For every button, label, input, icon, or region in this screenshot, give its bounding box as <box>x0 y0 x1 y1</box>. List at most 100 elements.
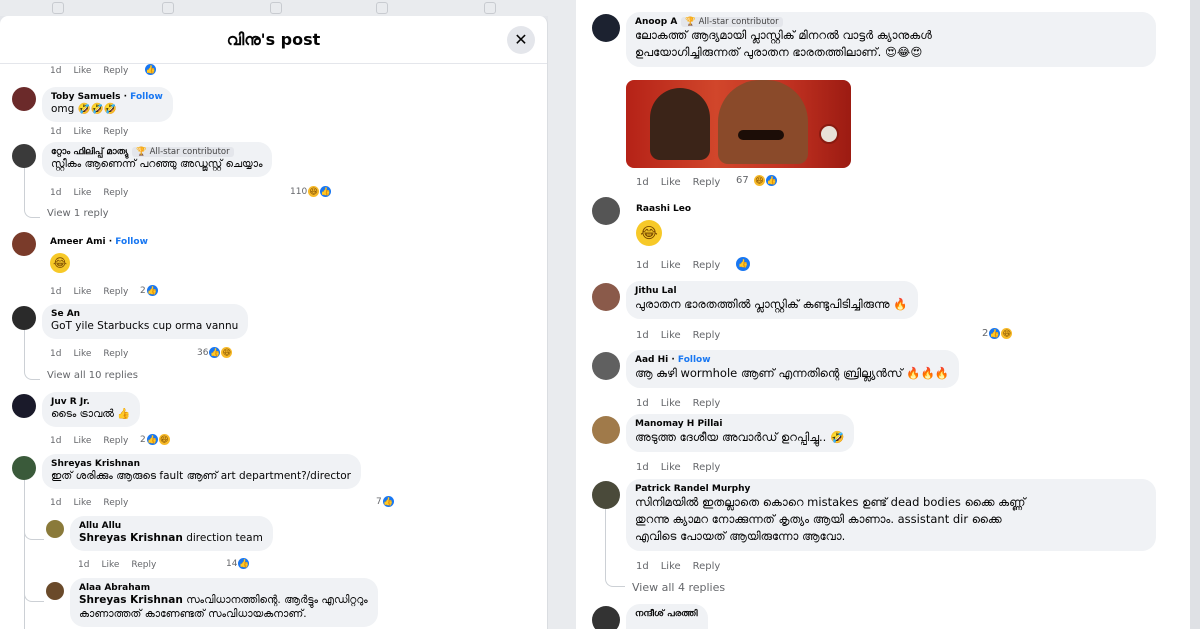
avatar[interactable] <box>592 352 620 380</box>
reply-link[interactable]: Reply <box>103 188 128 198</box>
comment-author[interactable]: Manomay H Pillai <box>635 419 844 429</box>
reply-link[interactable]: Reply <box>103 349 128 359</box>
reaction-summary[interactable]: 👍 <box>145 64 156 75</box>
follow-link[interactable]: Follow <box>678 355 711 365</box>
avatar[interactable] <box>592 481 620 509</box>
comment-author[interactable]: Anoop A <box>635 17 677 27</box>
scrollbar-track[interactable] <box>1190 0 1200 629</box>
reaction-summary[interactable]: 7 👍 <box>376 496 394 507</box>
comment-text-line: എവിടെ പോയത് ആയിരുന്നോ ആവോ. <box>635 529 846 543</box>
like-link[interactable]: Like <box>73 127 91 137</box>
reaction-summary[interactable]: 36 👍 😆 <box>197 347 233 358</box>
reply-link[interactable]: Reply <box>693 398 721 409</box>
like-link[interactable]: Like <box>73 188 91 198</box>
avatar[interactable] <box>12 306 36 330</box>
comments-panel: Anoop A 🏆 All-star contributor ലോകത്ത് ആദ… <box>576 0 1190 629</box>
like-link[interactable]: Like <box>73 349 91 359</box>
reaction-summary[interactable]: 2 👍 😆 <box>982 328 1013 339</box>
follow-link[interactable]: Follow <box>115 237 148 247</box>
reply-link[interactable]: Reply <box>693 462 721 473</box>
avatar[interactable] <box>12 456 36 480</box>
view-replies-link[interactable]: View all 10 replies <box>47 370 138 381</box>
like-link[interactable]: Like <box>661 260 681 271</box>
like-link[interactable]: Like <box>73 436 91 446</box>
panel-gap <box>548 0 576 629</box>
gaming-icon <box>484 2 496 14</box>
comment-time: 1d <box>50 287 62 297</box>
comment-author[interactable]: Se An <box>51 309 238 319</box>
like-link[interactable]: Like <box>661 398 681 409</box>
like-link[interactable]: Like <box>661 330 681 341</box>
comment-author[interactable]: നന്ദീശ് പരത്തി <box>635 609 698 619</box>
avatar[interactable] <box>12 87 36 111</box>
reaction-summary[interactable]: 👍 <box>736 257 750 271</box>
comment-emoji: 😂 <box>50 252 70 273</box>
reaction-summary[interactable]: 2 👍 😆 <box>140 434 170 445</box>
comment-author[interactable]: Juv R Jr. <box>51 397 130 407</box>
comment-author[interactable]: Patrick Randel Murphy <box>635 484 1146 494</box>
like-link[interactable]: Like <box>661 177 681 188</box>
like-link[interactable]: Like <box>661 561 681 572</box>
like-link[interactable]: Like <box>73 498 91 508</box>
like-link[interactable]: Like <box>73 66 91 76</box>
comment-actions: 1d Like Reply <box>636 177 732 188</box>
comment-text-line: കാണാത്തത് കാണേണ്ടത് സംവിധായകനാണ്. <box>79 608 307 620</box>
reaction-count: 2 <box>140 285 146 296</box>
comment-author[interactable]: Allu Allu <box>79 521 263 531</box>
avatar[interactable] <box>12 144 36 168</box>
reaction-summary[interactable]: 14 👍 <box>226 558 250 569</box>
reaction-summary[interactable]: 2 👍 <box>140 285 158 296</box>
avatar[interactable] <box>592 283 620 311</box>
avatar[interactable] <box>592 606 620 629</box>
comment-author[interactable]: Jithu Lal <box>635 286 908 296</box>
reply-link[interactable]: Reply <box>693 561 721 572</box>
comment-author[interactable]: Aad Hi <box>635 355 668 365</box>
comment-time: 1d <box>636 260 649 271</box>
avatar[interactable] <box>592 416 620 444</box>
reply-link[interactable]: Reply <box>103 287 128 297</box>
avatar[interactable] <box>592 197 620 225</box>
comment-text: സംവിധാനത്തിന്റെ. ആർട്ടും എഡിറ്ററും <box>186 594 368 606</box>
reply-link[interactable]: Reply <box>693 177 721 188</box>
mention-tag[interactable]: Shreyas Krishnan <box>79 532 183 544</box>
comment-bubble: Aad Hi · Follow ആ കുഴി wormhole ആണ് എന്ന… <box>626 350 960 388</box>
avatar[interactable] <box>12 394 36 418</box>
like-link[interactable]: Like <box>101 560 119 570</box>
comment-author[interactable]: Ameer Ami <box>50 237 106 247</box>
comment-bubble: Patrick Randel Murphy സിനിമയിൽ ഇതല്ലാതെ … <box>626 479 1156 551</box>
haha-reaction-icon: 😆 <box>308 186 320 197</box>
reply-link[interactable]: Reply <box>103 436 128 446</box>
comment-author[interactable]: Raashi Leo <box>636 204 691 214</box>
reply-link[interactable]: Reply <box>131 560 156 570</box>
reply-link[interactable]: Reply <box>693 330 721 341</box>
comment-author[interactable]: Toby Samuels <box>51 92 120 102</box>
avatar[interactable] <box>46 582 64 600</box>
comment-text: ലോകത്ത് ആദ്യമായി പ്ലാസ്റ്റിക് മിനറൽ വാട്… <box>635 28 932 42</box>
like-reaction-icon: 👍 <box>209 347 221 358</box>
comment-author[interactable]: Alaa Abraham <box>79 583 368 593</box>
like-link[interactable]: Like <box>661 462 681 473</box>
avatar[interactable] <box>46 520 64 538</box>
reply-link[interactable]: Reply <box>103 66 128 76</box>
like-reaction-icon: 👍 <box>145 64 156 75</box>
like-link[interactable]: Like <box>73 287 91 297</box>
reply-link[interactable]: Reply <box>693 260 721 271</box>
comment-time: 1d <box>78 560 90 570</box>
mention-tag[interactable]: Shreyas Krishnan <box>79 594 183 606</box>
reaction-summary[interactable]: 110 😆 👍 <box>290 186 332 197</box>
avatar[interactable] <box>592 14 620 42</box>
reply-link[interactable]: Reply <box>103 127 128 137</box>
view-replies-link[interactable]: View 1 reply <box>47 208 109 219</box>
comment-text-line: തുറന്നു ക്യാമറ നോക്കുന്നത് കൃത്യം ആയി കാ… <box>635 512 1002 526</box>
view-replies-link[interactable]: View all 4 replies <box>632 581 725 594</box>
comment-time: 1d <box>636 462 649 473</box>
reaction-count: 2 <box>982 328 989 339</box>
follow-link[interactable]: Follow <box>130 92 163 102</box>
comment-author[interactable]: റ്റോം ഫിലിപ്പ് മാത്യു <box>51 147 128 157</box>
comment-author[interactable]: Shreyas Krishnan <box>51 459 351 469</box>
reply-link[interactable]: Reply <box>103 498 128 508</box>
reaction-summary[interactable]: 67 😆 👍 <box>736 175 777 186</box>
close-icon[interactable]: ✕ <box>507 26 535 54</box>
avatar[interactable] <box>12 232 36 256</box>
comment-image[interactable] <box>626 80 851 168</box>
